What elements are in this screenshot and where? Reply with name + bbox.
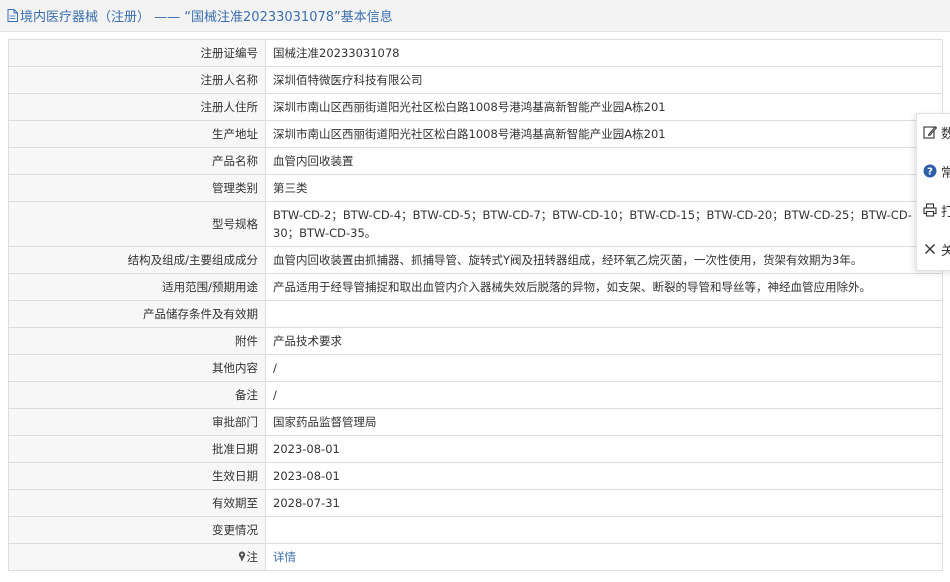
field-label: 管理类别	[8, 174, 266, 202]
table-row: 注册证编号 国械注准20233031078	[8, 39, 943, 67]
field-label: 注册人名称	[8, 66, 266, 94]
page-title: “国械注准20233031078”基本信息	[184, 10, 393, 25]
details-link[interactable]: 详情	[273, 550, 296, 564]
field-value: 2023-08-01	[265, 462, 943, 490]
table-row: 注册人住所 深圳市南山区西丽街道阳光社区松白路1008号港鸿基高新智能产业园A栋…	[8, 93, 943, 121]
side-faq-label: 常	[941, 165, 950, 181]
field-label: 批准日期	[8, 435, 266, 463]
side-data-button[interactable]: 数	[923, 123, 950, 142]
side-close-button[interactable]: 关	[923, 240, 950, 259]
table-row: 产品名称 血管内回收装置	[8, 147, 943, 175]
table-row: 注册人名称 深圳佰特微医疗科技有限公司	[8, 66, 943, 94]
field-value: 2028-07-31	[265, 489, 943, 517]
pin-icon	[238, 551, 245, 562]
table-row: 有效期至 2028-07-31	[8, 489, 943, 517]
field-value: 产品适用于经导管捕捉和取出血管内介入器械失效后脱落的异物，如支架、断裂的导管和导…	[265, 273, 943, 301]
field-value: 血管内回收装置由抓捕器、抓捕导管、旋转式Y阀及扭转器组成，经环氧乙烷灭菌，一次性…	[265, 246, 943, 274]
table-row: 变更情况	[8, 516, 943, 544]
field-label: 注册人住所	[8, 93, 266, 121]
field-label: 适用范围/预期用途	[8, 273, 266, 301]
document-icon	[7, 9, 18, 22]
print-icon	[923, 203, 937, 217]
field-value	[265, 516, 943, 544]
field-label: 有效期至	[8, 489, 266, 517]
note-label-text: 注	[246, 550, 259, 564]
field-value: 深圳市南山区西丽街道阳光社区松白路1008号港鸿基高新智能产业园A栋201	[265, 93, 943, 121]
field-value	[265, 300, 943, 328]
field-label: 生产地址	[8, 120, 266, 148]
breadcrumb-section[interactable]: 境内医疗器械（注册）	[20, 10, 150, 25]
table-row: 生产地址 深圳市南山区西丽街道阳光社区松白路1008号港鸿基高新智能产业园A栋2…	[8, 120, 943, 148]
table-row: 结构及组成/主要组成成分 血管内回收装置由抓捕器、抓捕导管、旋转式Y阀及扭转器组…	[8, 246, 943, 274]
table-row: 备注 /	[8, 381, 943, 409]
field-value: BTW-CD-2；BTW-CD-4；BTW-CD-5；BTW-CD-7；BTW-…	[265, 201, 943, 247]
field-value: 国械注准20233031078	[265, 39, 943, 67]
field-value: 国家药品监督管理局	[265, 408, 943, 436]
field-label: 结构及组成/主要组成成分	[8, 246, 266, 274]
field-label: 产品名称	[8, 147, 266, 175]
page-header: 境内医疗器械（注册） —— “国械注准20233031078”基本信息	[0, 0, 950, 32]
side-faq-button[interactable]: ? 常	[923, 162, 950, 181]
side-close-label: 关	[941, 243, 950, 259]
table-row: 注 详情	[8, 543, 943, 571]
field-value: 第三类	[265, 174, 943, 202]
note-label: 注	[8, 543, 266, 571]
field-label: 型号规格	[8, 201, 266, 247]
field-value: 深圳市南山区西丽街道阳光社区松白路1008号港鸿基高新智能产业园A栋201	[265, 120, 943, 148]
table-row: 管理类别 第三类	[8, 174, 943, 202]
field-value: 2023-08-01	[265, 435, 943, 463]
edit-icon	[923, 126, 937, 139]
field-label: 审批部门	[8, 408, 266, 436]
table-row: 适用范围/预期用途 产品适用于经导管捕捉和取出血管内介入器械失效后脱落的异物，如…	[8, 273, 943, 301]
table-row: 产品储存条件及有效期	[8, 300, 943, 328]
field-label: 变更情况	[8, 516, 266, 544]
field-value: /	[265, 381, 943, 409]
floating-toolbar: 数 ? 常 打 关	[916, 113, 950, 271]
field-label: 产品储存条件及有效期	[8, 300, 266, 328]
field-label: 生效日期	[8, 462, 266, 490]
field-value: 产品技术要求	[265, 327, 943, 355]
table-row: 附件 产品技术要求	[8, 327, 943, 355]
table-row: 生效日期 2023-08-01	[8, 462, 943, 490]
field-value: 血管内回收装置	[265, 147, 943, 175]
side-data-label: 数	[941, 126, 950, 142]
side-print-button[interactable]: 打	[923, 201, 950, 220]
table-row: 批准日期 2023-08-01	[8, 435, 943, 463]
field-label: 注册证编号	[8, 39, 266, 67]
table-row: 审批部门 国家药品监督管理局	[8, 408, 943, 436]
svg-text:?: ?	[927, 167, 933, 178]
field-value: 深圳佰特微医疗科技有限公司	[265, 66, 943, 94]
table-row: 其他内容 /	[8, 354, 943, 382]
close-icon	[925, 244, 935, 254]
table-row: 型号规格 BTW-CD-2；BTW-CD-4；BTW-CD-5；BTW-CD-7…	[8, 201, 943, 247]
field-label: 备注	[8, 381, 266, 409]
side-print-label: 打	[941, 204, 950, 220]
breadcrumb-separator: ——	[154, 10, 181, 25]
field-label: 其他内容	[8, 354, 266, 382]
field-value: 详情	[265, 543, 943, 571]
field-label: 附件	[8, 327, 266, 355]
field-value: /	[265, 354, 943, 382]
detail-table: 注册证编号 国械注准20233031078 注册人名称 深圳佰特微医疗科技有限公…	[8, 39, 943, 571]
help-icon: ?	[923, 164, 937, 178]
